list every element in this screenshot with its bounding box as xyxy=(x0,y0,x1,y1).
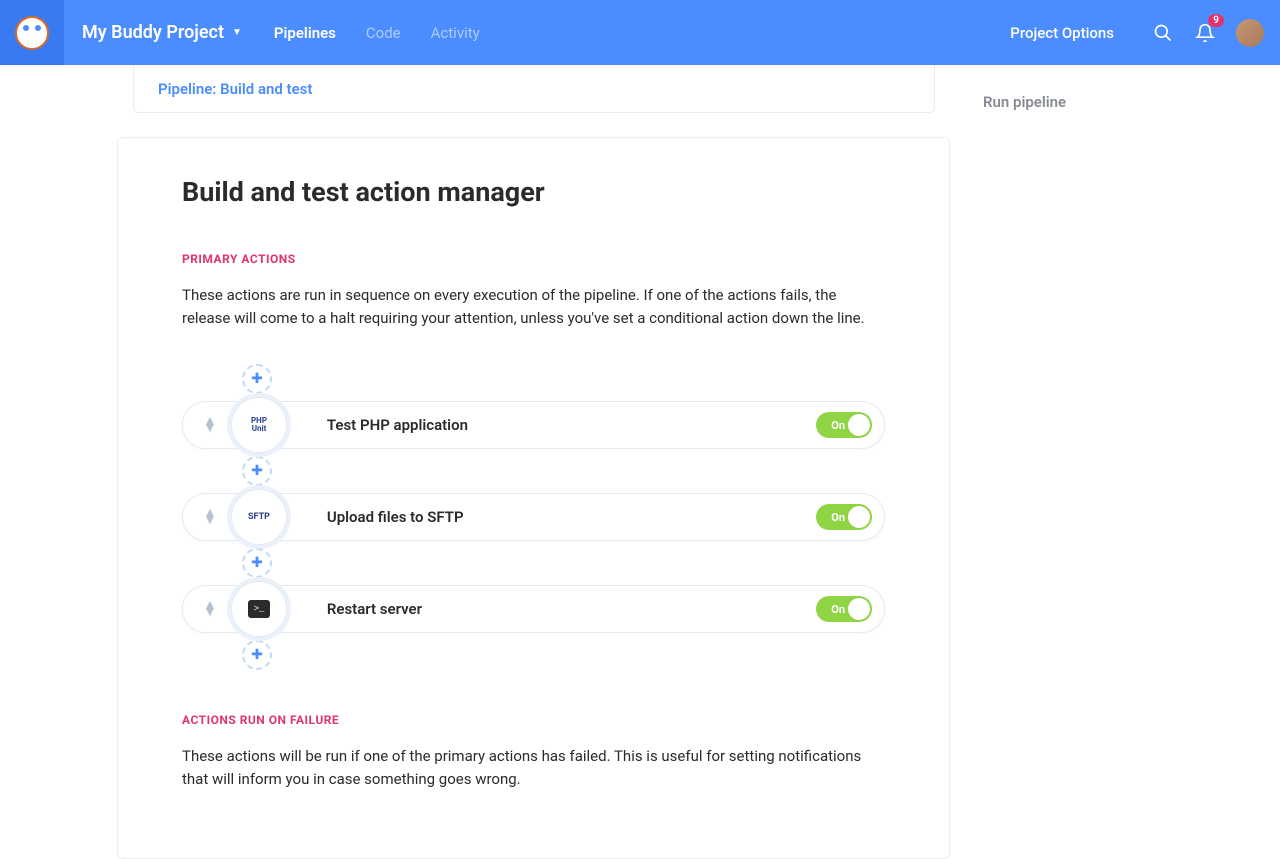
action-list: ✚ ▲▼ PHPUnit Test PHP application On xyxy=(182,357,885,677)
nav-pipelines[interactable]: Pipelines xyxy=(274,24,336,42)
nav-code[interactable]: Code xyxy=(366,24,401,42)
action-toggle[interactable]: On xyxy=(816,504,872,530)
drag-handle-icon[interactable]: ▲▼ xyxy=(203,418,217,432)
logo[interactable] xyxy=(0,0,64,65)
action-icon-phpunit: PHPUnit xyxy=(231,397,287,453)
add-action-button[interactable]: ✚ xyxy=(242,548,272,578)
action-label: Test PHP application xyxy=(327,416,816,434)
terminal-icon: >_ xyxy=(248,600,270,618)
action-row[interactable]: ▲▼ >_ Restart server On xyxy=(182,585,885,633)
action-row[interactable]: ▲▼ PHPUnit Test PHP application On xyxy=(182,401,885,449)
project-name-label: My Buddy Project xyxy=(82,22,224,43)
action-label: Restart server xyxy=(327,600,816,618)
drag-handle-icon[interactable]: ▲▼ xyxy=(203,510,217,524)
add-action-button[interactable]: ✚ xyxy=(242,456,272,486)
notifications-button[interactable]: 9 xyxy=(1192,20,1218,46)
project-options-link[interactable]: Project Options xyxy=(1010,24,1114,42)
breadcrumb-bar: Pipeline: Build and test xyxy=(133,65,935,113)
notification-badge: 9 xyxy=(1208,14,1224,27)
nav-activity[interactable]: Activity xyxy=(431,24,480,42)
app-header: My Buddy Project ▼ Pipelines Code Activi… xyxy=(0,0,1280,65)
page-title: Build and test action manager xyxy=(182,176,885,208)
action-icon-terminal: >_ xyxy=(231,581,287,637)
search-button[interactable] xyxy=(1150,20,1176,46)
add-action-button[interactable]: ✚ xyxy=(242,640,272,670)
failure-section-label: ACTIONS RUN ON FAILURE xyxy=(182,713,885,727)
chevron-down-icon: ▼ xyxy=(232,27,242,38)
primary-section-label: PRIMARY ACTIONS xyxy=(182,252,885,266)
search-icon xyxy=(1153,23,1173,43)
action-icon-sftp: SFTP xyxy=(231,489,287,545)
failure-section-desc: These actions will be run if one of the … xyxy=(182,745,885,790)
main-card: Build and test action manager PRIMARY AC… xyxy=(117,137,950,859)
project-dropdown[interactable]: My Buddy Project ▼ xyxy=(82,22,242,43)
add-action-button[interactable]: ✚ xyxy=(242,364,272,394)
action-toggle[interactable]: On xyxy=(816,596,872,622)
action-row[interactable]: ▲▼ SFTP Upload files to SFTP On xyxy=(182,493,885,541)
avatar[interactable] xyxy=(1236,19,1264,47)
drag-handle-icon[interactable]: ▲▼ xyxy=(203,602,217,616)
primary-section-desc: These actions are run in sequence on eve… xyxy=(182,284,885,329)
main-nav: Pipelines Code Activity xyxy=(274,24,480,42)
action-toggle[interactable]: On xyxy=(816,412,872,438)
action-label: Upload files to SFTP xyxy=(327,508,816,526)
run-pipeline-link[interactable]: Run pipeline xyxy=(983,93,1066,111)
breadcrumb[interactable]: Pipeline: Build and test xyxy=(158,80,312,98)
